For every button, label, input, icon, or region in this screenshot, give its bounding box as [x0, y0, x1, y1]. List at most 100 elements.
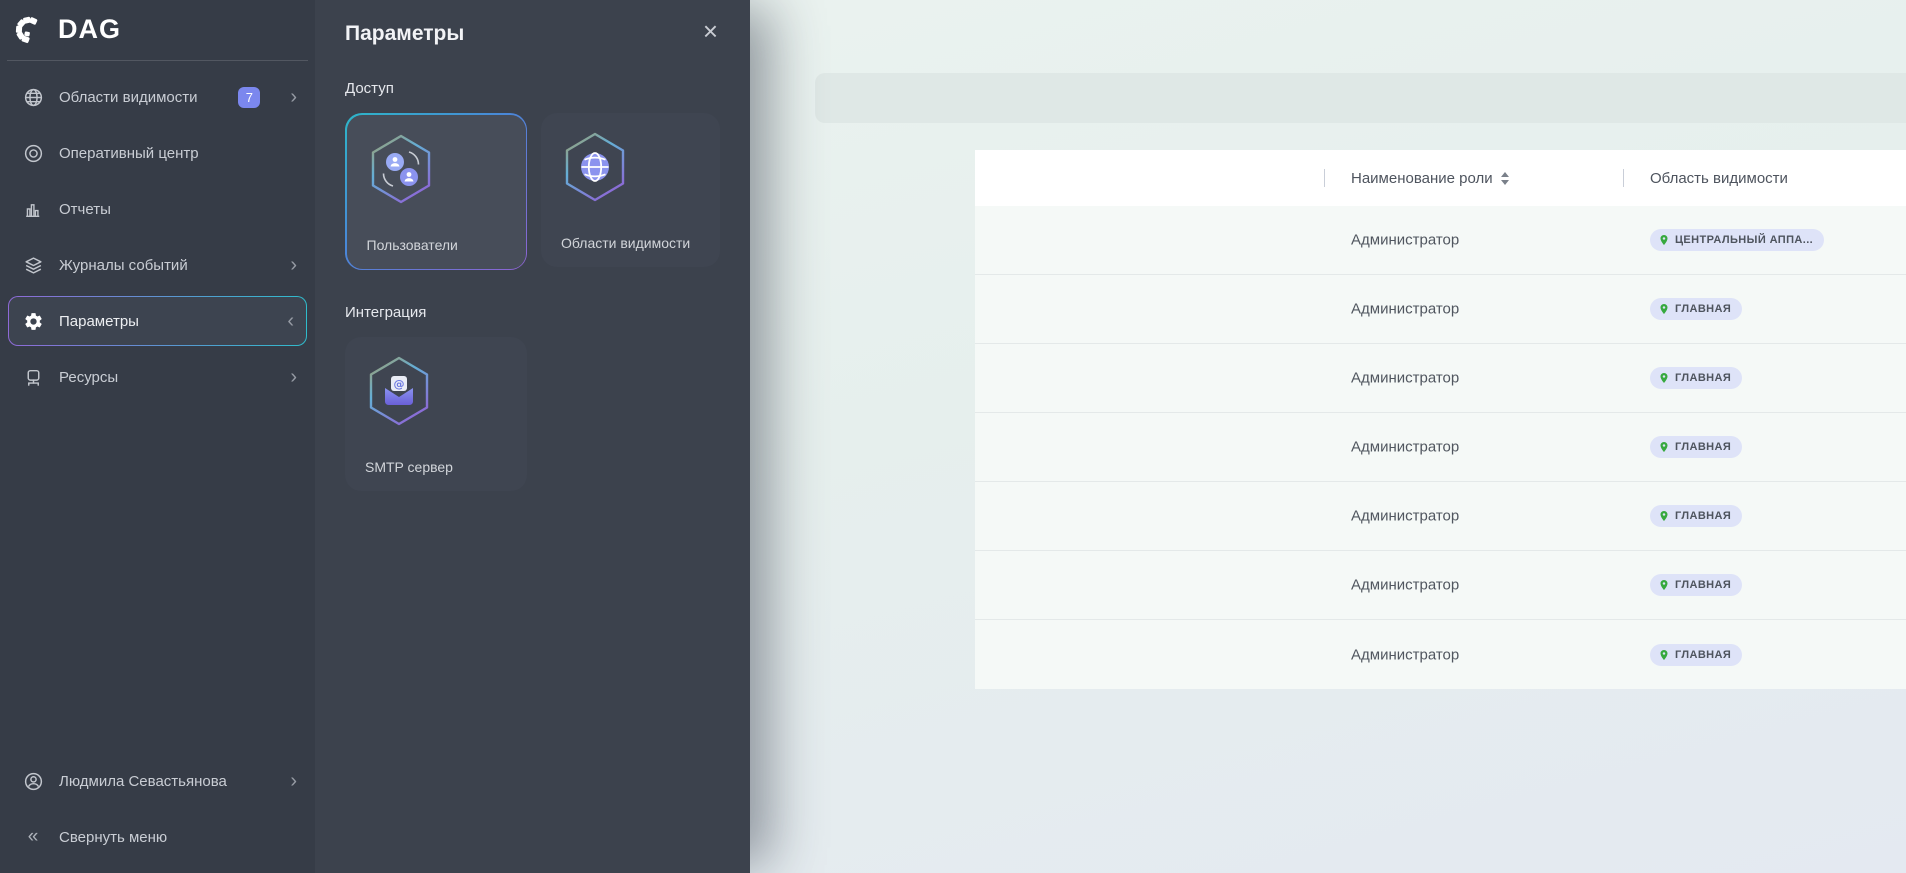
table-row: Администратор ГЛАВНАЯ	[975, 413, 1906, 482]
scope-badge-label: ГЛАВНАЯ	[1675, 303, 1732, 315]
table-row: Администратор ГЛАВНАЯ	[975, 620, 1906, 689]
layers-icon	[22, 254, 44, 276]
scope-badge: ГЛАВНАЯ	[1650, 367, 1743, 389]
network-icon	[22, 366, 44, 388]
table-row: Администратор ГЛАВНАЯ	[975, 482, 1906, 551]
scope-badge: ГЛАВНАЯ	[1650, 574, 1743, 596]
globe-icon	[565, 132, 625, 202]
sidebar-item-resources[interactable]: Ресурсы ›	[0, 349, 315, 405]
search-input[interactable]	[815, 73, 1906, 123]
column-divider	[1623, 169, 1624, 187]
pin-icon	[1660, 580, 1668, 590]
column-divider	[1324, 169, 1325, 187]
role-cell: Администратор	[1351, 369, 1460, 387]
globe-icon	[22, 86, 44, 108]
column-header-role-label: Наименование роли	[1351, 169, 1493, 187]
panel-header: Параметры ×	[345, 18, 720, 46]
column-header-scope-label: Область видимости	[1650, 169, 1788, 187]
role-cell: Администратор	[1351, 438, 1460, 456]
sidebar-item-label: Отчеты	[59, 200, 111, 218]
pin-icon	[1660, 442, 1668, 452]
card-users-label: Пользователи	[366, 236, 458, 253]
chevron-left-icon[interactable]: ‹	[281, 311, 300, 331]
sidebar-item-label: Журналы событий	[59, 256, 188, 274]
table-row: Администратор ГЛАВНАЯ	[975, 275, 1906, 344]
count-badge: 7	[238, 86, 261, 108]
role-cell: Администратор	[1351, 231, 1460, 249]
table-header: Наименование роли Область видимости Акти…	[975, 150, 1906, 206]
scope-badge-label: ГЛАВНАЯ	[1675, 579, 1732, 591]
target-icon	[22, 142, 44, 164]
pin-icon	[1660, 511, 1668, 521]
section-label-integration: Интеграция	[345, 304, 427, 321]
card-users[interactable]: Пользователи	[345, 113, 527, 270]
table-row: Администратор ГЛАВНАЯ	[975, 551, 1906, 620]
close-icon[interactable]: ×	[701, 18, 720, 44]
app-title: DAG	[58, 13, 121, 44]
divider	[7, 60, 308, 61]
double-chevron-left-icon: «	[27, 826, 39, 847]
scope-badge: ГЛАВНАЯ	[1650, 298, 1743, 320]
panel-title: Параметры	[345, 22, 465, 45]
collapse-menu-label: Свернуть меню	[59, 828, 168, 846]
gear-icon	[22, 310, 44, 332]
svg-text:@: @	[394, 378, 405, 391]
sidebar-item-label: Оперативный центр	[59, 144, 199, 162]
sidebar: DAG Области видимости 7 › Оперативный це…	[0, 0, 315, 873]
chevron-right-icon[interactable]: ›	[284, 367, 303, 387]
sidebar-item-label: Области видимости	[59, 88, 198, 106]
scope-badge: ГЛАВНАЯ	[1650, 505, 1743, 527]
section-label-access: Доступ	[345, 80, 394, 97]
card-scopes-label: Области видимости	[561, 235, 691, 251]
chevron-right-icon[interactable]: ›	[284, 87, 303, 107]
chevron-right-icon[interactable]: ›	[284, 255, 303, 275]
column-header-scope: Область видимости	[1650, 150, 1788, 206]
scope-badge-label: ГЛАВНАЯ	[1675, 648, 1732, 661]
role-cell: Администратор	[1351, 300, 1460, 318]
sidebar-bottom: Людмила Севастьянова › « Свернуть меню	[0, 753, 315, 873]
users-icon	[371, 134, 430, 203]
roles-table: Наименование роли Область видимости Акти…	[975, 150, 1906, 689]
card-smtp[interactable]: @ SMTP сервер	[345, 337, 527, 491]
scope-badge: ГЛАВНАЯ	[1650, 643, 1743, 666]
scope-badge-label: ГЛАВНАЯ	[1675, 441, 1732, 453]
scope-badge-label: ЦЕНТРАЛЬНЫЙ АППА...	[1675, 234, 1814, 246]
scope-badge-label: ГЛАВНАЯ	[1675, 510, 1732, 522]
sidebar-item-scopes[interactable]: Области видимости 7 ›	[0, 69, 315, 125]
pin-icon	[1660, 649, 1668, 660]
access-cards: Пользователи Области видимости	[345, 113, 720, 270]
sidebar-item-label: Ресурсы	[59, 368, 119, 386]
scope-badge: ЦЕНТРАЛЬНЫЙ АППА...	[1650, 229, 1825, 251]
column-header-role[interactable]: Наименование роли	[1351, 150, 1509, 206]
role-cell: Администратор	[1351, 507, 1460, 525]
bar-chart-icon	[22, 198, 44, 220]
sidebar-nav: Области видимости 7 › Оперативный центр …	[0, 69, 315, 405]
integration-cards: @ SMTP сервер	[345, 337, 720, 491]
card-scopes[interactable]: Области видимости	[541, 113, 720, 267]
sidebar-item-settings[interactable]: Параметры ‹	[8, 296, 307, 346]
user-icon	[22, 770, 44, 792]
pin-icon	[1660, 373, 1668, 383]
sidebar-item-event-logs[interactable]: Журналы событий ›	[0, 237, 315, 293]
table-row: Администратор ГЛАВНАЯ	[975, 344, 1906, 413]
logo: DAG	[0, 0, 315, 60]
pin-icon	[1660, 235, 1668, 245]
sidebar-item-operations-center[interactable]: Оперативный центр	[0, 125, 315, 181]
scope-badge: ГЛАВНАЯ	[1650, 436, 1743, 458]
card-users-inner: Пользователи	[346, 114, 526, 269]
scope-badge-label: ГЛАВНАЯ	[1675, 372, 1732, 384]
sidebar-item-reports[interactable]: Отчеты	[0, 181, 315, 237]
role-cell: Администратор	[1351, 576, 1460, 594]
sort-icon[interactable]	[1500, 171, 1509, 185]
user-name: Людмила Севастьянова	[59, 772, 227, 790]
role-cell: Администратор	[1351, 646, 1460, 663]
pin-icon	[1660, 304, 1668, 314]
collapse-menu-button[interactable]: « Свернуть меню	[0, 809, 315, 865]
dag-logo-icon	[15, 16, 38, 44]
settings-panel: Параметры × Доступ Пользователи Области …	[315, 0, 750, 873]
sidebar-item-label: Параметры	[59, 312, 139, 330]
chevron-right-icon[interactable]: ›	[284, 771, 303, 791]
table-body: Администратор ЦЕНТРАЛЬНЫЙ АППА... Админи…	[975, 206, 1906, 689]
user-menu[interactable]: Людмила Севастьянова ›	[0, 753, 315, 809]
card-smtp-label: SMTP сервер	[365, 459, 453, 475]
